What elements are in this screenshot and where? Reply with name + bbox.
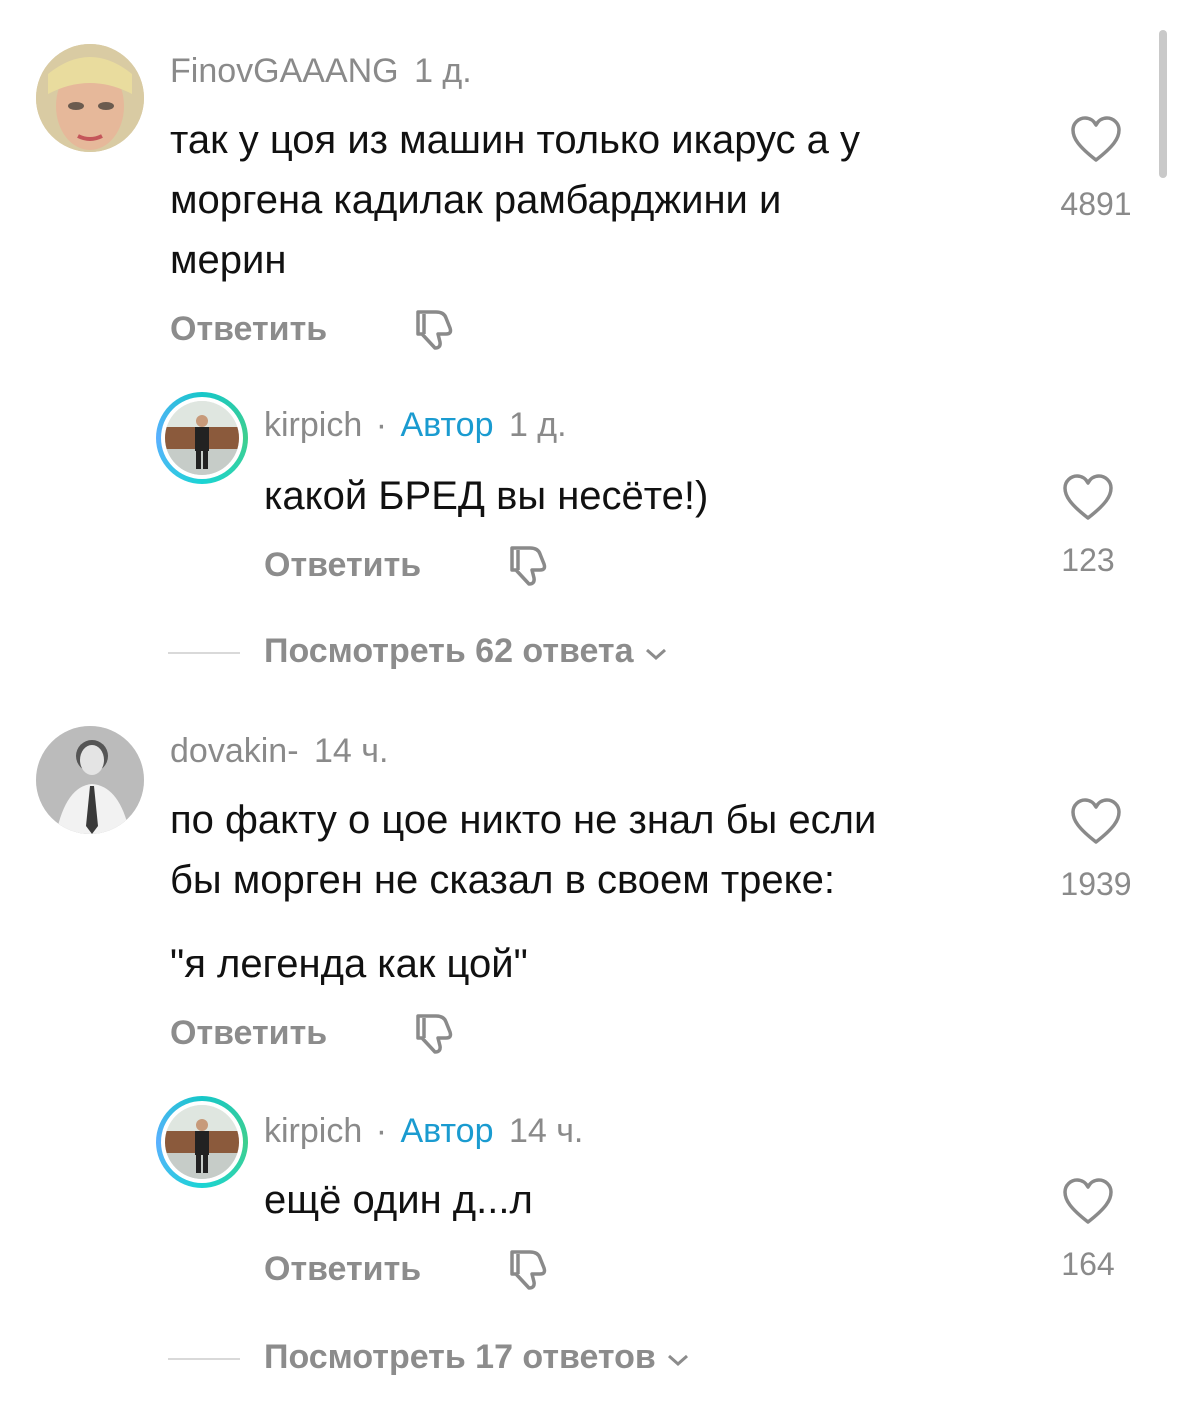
chevron-down-icon bbox=[665, 1340, 691, 1379]
like-count: 164 bbox=[1061, 1246, 1115, 1282]
view-replies-button[interactable]: Посмотреть 17 ответов bbox=[264, 1338, 691, 1379]
heart-icon[interactable] bbox=[1062, 474, 1114, 522]
reply-meta: kirpich · Автор 1 д. bbox=[264, 406, 567, 445]
like-count: 4891 bbox=[1060, 186, 1132, 222]
separator: · bbox=[375, 406, 388, 444]
reply-button[interactable]: Ответить bbox=[264, 546, 421, 585]
author-badge: Автор bbox=[400, 406, 494, 444]
like-count: 123 bbox=[1061, 542, 1115, 578]
timestamp: 1 д. bbox=[414, 52, 472, 90]
username[interactable]: kirpich bbox=[264, 1112, 362, 1150]
comment-text-line: по факту о цое никто не знал бы если bbox=[170, 798, 877, 842]
comment-text-line: так у цоя из машин только икарус а у bbox=[170, 118, 861, 162]
like-count: 1939 bbox=[1060, 866, 1132, 902]
reply-button[interactable]: Ответить bbox=[170, 1014, 327, 1053]
reply-button[interactable]: Ответить bbox=[264, 1250, 421, 1289]
comment-text-line: моргена кадилак рамбарджини и bbox=[170, 178, 782, 222]
comment-meta: dovakin- 14 ч. bbox=[170, 732, 388, 771]
comment-text: по факту о цое никто не знал бы если бы … bbox=[170, 790, 1030, 910]
comment-text-extra: "я легенда как цой" bbox=[170, 942, 528, 986]
dislike-icon[interactable] bbox=[408, 306, 456, 354]
divider-line bbox=[168, 652, 240, 654]
username[interactable]: kirpich bbox=[264, 406, 362, 444]
heart-icon[interactable] bbox=[1062, 1178, 1114, 1226]
view-replies-label: Посмотреть 62 ответа bbox=[264, 632, 634, 670]
comment-text-line: мерин bbox=[170, 238, 287, 282]
comment-text-line: бы морген не сказал в своем треке: bbox=[170, 858, 835, 902]
username[interactable]: dovakin- bbox=[170, 732, 299, 770]
timestamp: 14 ч. bbox=[313, 732, 389, 770]
reply-text: ещё один д...л bbox=[264, 1178, 533, 1222]
author-badge: Автор bbox=[400, 1112, 494, 1150]
reply-button[interactable]: Ответить bbox=[170, 310, 327, 349]
heart-icon[interactable] bbox=[1070, 116, 1122, 164]
chevron-down-icon bbox=[643, 634, 669, 673]
view-replies-button[interactable]: Посмотреть 62 ответа bbox=[264, 632, 669, 673]
timestamp: 1 д. bbox=[508, 406, 567, 444]
heart-icon[interactable] bbox=[1070, 798, 1122, 846]
avatar-kirpich[interactable] bbox=[156, 392, 248, 484]
timestamp: 14 ч. bbox=[508, 1112, 584, 1150]
avatar-kirpich[interactable] bbox=[156, 1096, 248, 1188]
comment-text: так у цоя из машин только икарус а у мор… bbox=[170, 110, 1030, 290]
scrollbar[interactable] bbox=[1159, 30, 1167, 178]
comment-meta: FinovGAAANG 1 д. bbox=[170, 52, 472, 91]
dislike-icon[interactable] bbox=[408, 1010, 456, 1058]
avatar-finovgaaang[interactable] bbox=[36, 44, 144, 152]
dislike-icon[interactable] bbox=[502, 542, 550, 590]
reply-meta: kirpich · Автор 14 ч. bbox=[264, 1112, 583, 1151]
view-replies-label: Посмотреть 17 ответов bbox=[264, 1338, 656, 1376]
username[interactable]: FinovGAAANG bbox=[170, 52, 399, 90]
dislike-icon[interactable] bbox=[502, 1246, 550, 1294]
separator: · bbox=[375, 1112, 388, 1150]
divider-line bbox=[168, 1358, 240, 1360]
avatar-dovakin[interactable] bbox=[36, 726, 144, 834]
reply-text: какой БРЕД вы несёте!) bbox=[264, 474, 709, 518]
